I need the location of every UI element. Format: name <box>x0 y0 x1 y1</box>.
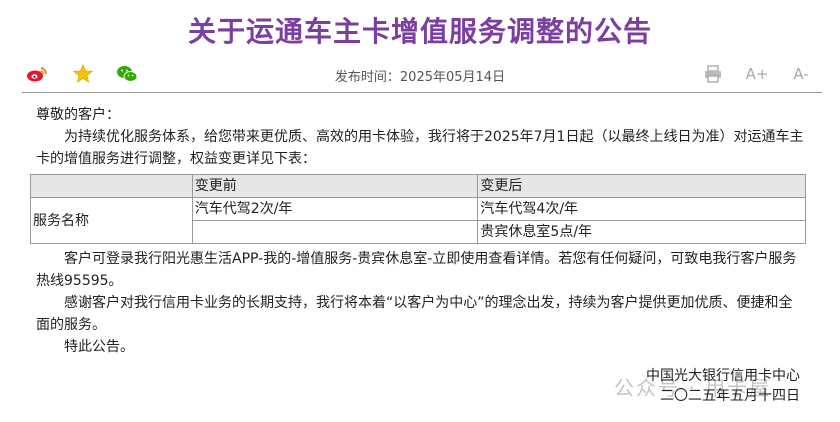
intro-paragraph: 为持续优化服务体系，给您带来更优质、高效的用卡体验，我行将于2025年7月1日起… <box>36 129 804 167</box>
table-cell: 贵宾休息室5点/年 <box>477 220 806 244</box>
table-header-cell: 变更后 <box>477 174 806 198</box>
article-toolbar: 发布时间：2025年05月14日 A+ A- <box>0 62 840 86</box>
closing-paragraph: 特此公告。 <box>64 339 134 355</box>
signature-org: 中国光大银行信用卡中心 <box>646 368 800 384</box>
announcement-intro: 尊敬的客户： 为持续优化服务体系，给您带来更优质、高效的用卡体验，我行将于202… <box>36 104 806 170</box>
table-cell <box>191 220 479 244</box>
table-header-cell <box>30 174 193 198</box>
table-header-row: 变更前 变更后 <box>30 174 806 198</box>
table-row: 服务名称 汽车代驾2次/年 汽车代驾4次/年 <box>30 197 806 244</box>
page-title: 关于运通车主卡增值服务调整的公告 <box>187 15 652 48</box>
table-header-cell: 变更前 <box>191 174 479 198</box>
announcement-body: 客户可登录我行阳光惠生活APP-我的-增值服务-贵宾休息室-立即使用查看详情。若… <box>36 248 806 358</box>
thanks-paragraph: 感谢客户对我行信用卡业务的长期支持，我行将本着“以客户为中心”的理念出发，持续为… <box>36 295 793 333</box>
benefit-change-table: 变更前 变更后 服务名称 汽车代驾2次/年 汽车代驾4次/年 贵宾休息室5点/年 <box>30 174 806 244</box>
font-increase-icon[interactable]: A+ <box>746 64 769 84</box>
row-label-cell: 服务名称 <box>30 197 193 244</box>
app-instructions-paragraph: 客户可登录我行阳光惠生活APP-我的-增值服务-贵宾休息室-立即使用查看详情。若… <box>36 251 797 289</box>
font-decrease-icon[interactable]: A- <box>790 64 812 84</box>
table-cell: 汽车代驾4次/年 <box>477 197 806 221</box>
signature-date: 二〇二五年五月十四日 <box>660 388 800 404</box>
signature-block: 中国光大银行信用卡中心 二〇二五年五月十四日 <box>646 366 800 406</box>
print-icon[interactable] <box>702 64 724 84</box>
greeting: 尊敬的客户： <box>36 107 120 123</box>
divider <box>22 92 822 93</box>
table-cell: 汽车代驾2次/年 <box>191 197 479 221</box>
